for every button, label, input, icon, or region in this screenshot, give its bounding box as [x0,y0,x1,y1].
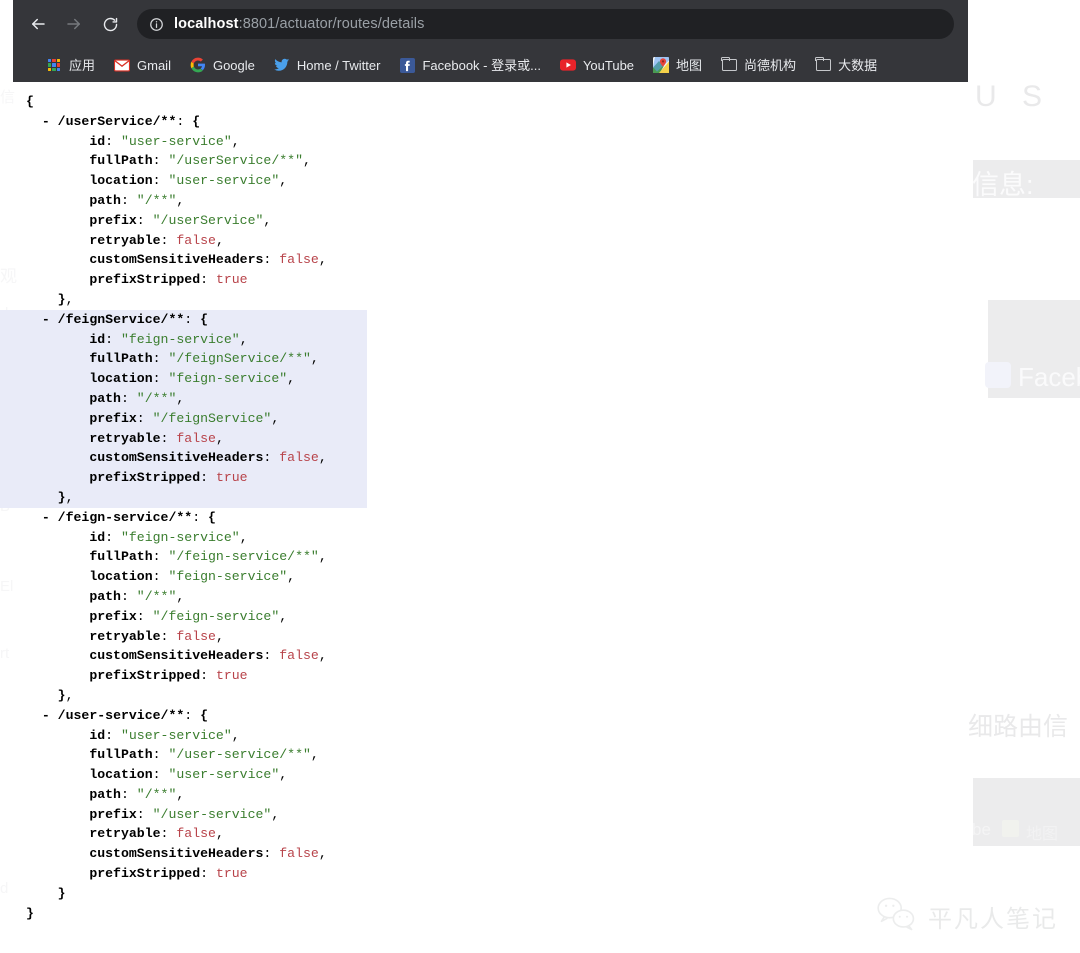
bookmark-home-twitter[interactable]: Home / Twitter [267,53,388,77]
json-route-close: } [57,885,66,901]
json-route-close: }, [57,687,74,703]
json-field-prefixStripped: prefixStripped: true [89,272,248,288]
bookmark-youtube[interactable]: YouTube [553,53,641,77]
json-field-prefixStripped: prefixStripped: true [89,470,248,486]
reload-button[interactable] [95,9,125,39]
json-field-prefix: prefix: "/userService", [89,212,272,228]
json-field-path: path: "/**", [89,390,185,406]
google-g-icon [190,57,206,73]
twitter-bird-icon [273,57,290,73]
bookmark-label: 应用 [69,57,96,73]
json-field-location: location: "user-service", [89,767,288,783]
bookmark-label: 大数据 [838,57,878,73]
url-text: localhost:8801/actuator/routes/details [174,16,424,32]
back-button[interactable] [23,9,53,39]
json-route-header: - /feign-service/**: { [41,509,216,525]
json-field-id: id: "feign-service", [89,331,248,347]
json-field-customSensitiveHeaders: customSensitiveHeaders: false, [89,252,327,268]
json-field-id: id: "feign-service", [89,529,248,545]
bookmark-gmail[interactable]: Gmail [107,53,178,77]
json-field-prefixStripped: prefixStripped: true [89,668,248,684]
info-circle-icon[interactable] [149,17,164,32]
json-route-header: - /feignService/**: { [41,311,209,327]
json-field-location: location: "feign-service", [89,569,296,585]
json-field-id: id: "user-service", [89,133,240,149]
json-field-prefix: prefix: "/feign-service", [89,608,288,624]
browser-window: U S 信息: Faceb 细路由信 be 地图 信 观 d B El rt d [0,0,1080,953]
json-field-prefix: prefix: "/user-service", [89,806,280,822]
json-field-path: path: "/**", [89,192,185,208]
bookmark-label: Home / Twitter [296,57,381,73]
json-root-close: } [26,905,34,921]
folder-icon [815,56,831,73]
json-field-fullPath: fullPath: "/feignService/**", [89,351,319,367]
json-field-customSensitiveHeaders: customSensitiveHeaders: false, [89,450,327,466]
json-route-block[interactable]: - /feignService/**: { id: "feign-service… [0,309,367,508]
json-field-retryable: retryable: false, [89,826,224,842]
json-route-close: }, [57,291,74,307]
address-bar[interactable]: localhost:8801/actuator/routes/details [137,9,954,39]
bookmark-maps[interactable]: 地图 [646,53,709,77]
bookmarks-bar: 应用 Gmail Google Home / Twitter Facebook … [13,48,968,82]
json-root-open: { [26,94,34,109]
arrow-left-icon [29,15,47,33]
bookmark-label: Google [212,57,255,73]
url-path: :8801/actuator/routes/details [238,16,425,32]
json-field-fullPath: fullPath: "/user-service/**", [89,747,319,763]
bookmark-label: YouTube [582,57,635,73]
json-field-fullPath: fullPath: "/feign-service/**", [89,549,327,565]
browser-chrome: localhost:8801/actuator/routes/details 应… [13,0,968,82]
gmail-icon [114,57,131,73]
json-field-path: path: "/**", [89,786,185,802]
json-route-block[interactable]: - /user-service/**: { id: "user-service"… [0,706,1080,904]
bookmark-google[interactable]: Google [183,53,262,77]
bookmark-label: Facebook - 登录或... [422,57,541,73]
json-field-retryable: retryable: false, [89,430,224,446]
json-field-retryable: retryable: false, [89,628,224,644]
bookmark-apps[interactable]: 应用 [39,53,102,77]
youtube-play-icon [559,57,576,73]
json-route-header: - /userService/**: { [41,113,201,129]
json-field-retryable: retryable: false, [89,232,224,248]
json-field-location: location: "feign-service", [89,371,296,387]
bookmark-folder-shangde[interactable]: 尚德机构 [714,53,803,77]
bookmark-label: 地图 [676,57,703,73]
json-field-fullPath: fullPath: "/userService/**", [89,153,311,169]
json-field-customSensitiveHeaders: customSensitiveHeaders: false, [89,648,327,664]
json-route-close: }, [57,489,74,505]
json-field-path: path: "/**", [89,588,185,604]
json-route-block[interactable]: - /feign-service/**: { id: "feign-servic… [0,508,1080,706]
google-maps-icon [653,57,670,73]
bookmark-facebook[interactable]: Facebook - 登录或... [392,53,547,77]
json-viewer[interactable]: { - /userService/**: { id: "user-service… [0,82,1080,953]
url-host: localhost [174,16,239,32]
json-field-prefixStripped: prefixStripped: true [89,866,248,882]
reload-icon [102,16,119,33]
json-route-block[interactable]: - /userService/**: { id: "user-service",… [0,112,1080,310]
bookmark-label: Gmail [137,57,171,73]
facebook-f-icon [399,57,415,73]
json-field-customSensitiveHeaders: customSensitiveHeaders: false, [89,846,327,862]
json-field-id: id: "user-service", [89,727,240,743]
folder-icon [721,56,737,73]
forward-button[interactable] [59,9,89,39]
json-field-prefix: prefix: "/feignService", [89,410,280,426]
apps-grid-icon [46,57,62,73]
browser-toolbar: localhost:8801/actuator/routes/details [13,0,968,48]
json-field-location: location: "user-service", [89,173,288,189]
bookmark-label: 尚德机构 [744,57,797,73]
arrow-right-icon [65,15,83,33]
json-route-header: - /user-service/**: { [41,707,209,723]
bookmark-folder-bigdata[interactable]: 大数据 [808,53,884,77]
